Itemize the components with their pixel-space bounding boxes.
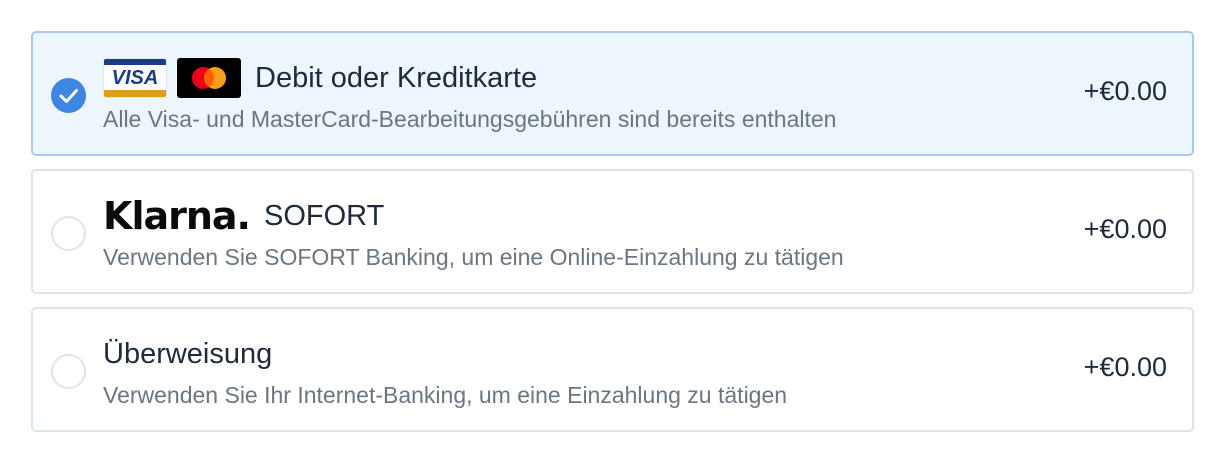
option-price: +€0.00 [1083,214,1167,244]
visa-logo: VISA [103,58,167,98]
radio-checked[interactable] [51,78,86,113]
option-title: Überweisung [103,337,273,370]
option-price: +€0.00 [1083,352,1167,382]
payment-option-sofort[interactable]: Klarna. SOFORT Verwenden Sie SOFORT Bank… [31,169,1194,294]
mastercard-logo [177,58,241,98]
option-title: Debit oder Kreditkarte [255,61,538,94]
option-title-row: VISA Debit oder Kreditkarte [103,57,537,99]
option-description: Verwenden Sie SOFORT Banking, um eine On… [103,244,844,270]
option-price: +€0.00 [1083,76,1167,106]
option-description: Verwenden Sie Ihr Internet-Banking, um e… [103,382,788,408]
radio-unchecked[interactable] [51,354,86,389]
option-title-row: Überweisung [103,333,272,375]
option-title: SOFORT [264,199,385,232]
check-icon [59,89,78,103]
payment-option-card[interactable]: VISA Debit oder Kreditkarte Alle Visa- u… [31,31,1194,156]
option-description: Alle Visa- und MasterCard-Bearbeitungsge… [103,106,837,132]
option-title-row: Klarna. SOFORT [103,194,385,238]
klarna-logo: Klarna. [103,194,251,238]
payment-option-bank-transfer[interactable]: Überweisung Verwenden Sie Ihr Internet-B… [31,307,1194,432]
radio-unchecked[interactable] [51,216,86,251]
payment-method-list: VISA Debit oder Kreditkarte Alle Visa- u… [31,31,1194,445]
